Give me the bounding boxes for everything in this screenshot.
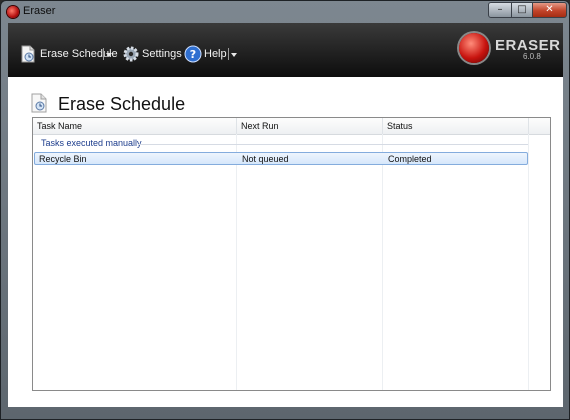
cell-status: Completed (388, 154, 432, 164)
erase-schedule-icon (21, 45, 35, 63)
task-list[interactable]: Task Name Next Run Status Tasks executed… (32, 117, 551, 391)
group-divider (138, 144, 528, 145)
erase-schedule-dropdown-icon[interactable] (106, 53, 112, 57)
minimize-button[interactable]: – (488, 2, 512, 18)
table-row[interactable]: Recycle Bin Not queued Completed (34, 152, 528, 165)
help-dropdown-icon[interactable] (231, 53, 237, 57)
settings-gear-icon (123, 46, 139, 62)
column-divider (528, 134, 529, 390)
column-header-row: Task Name Next Run Status (33, 118, 550, 135)
toolbar-separator (228, 48, 229, 60)
toolbar-separator (103, 48, 104, 60)
eraser-logo-icon (459, 33, 489, 63)
help-icon: ? (184, 45, 202, 63)
window-title: Eraser (23, 5, 56, 17)
cell-next-run: Not queued (242, 154, 289, 164)
maximize-button[interactable]: □ (511, 2, 533, 18)
column-header-task-name[interactable]: Task Name (33, 118, 237, 134)
svg-text:?: ? (190, 48, 196, 61)
title-bar[interactable]: Eraser – □ ✕ (1, 1, 569, 23)
erase-schedule-page-icon (31, 93, 47, 113)
close-button[interactable]: ✕ (532, 2, 567, 18)
eraser-app-icon (7, 6, 19, 18)
cell-task-name: Recycle Bin (39, 154, 87, 164)
page-title: Erase Schedule (58, 94, 186, 114)
column-header-status[interactable]: Status (383, 118, 529, 134)
eraser-window: Eraser – □ ✕ Erase Schedule Settings ? H… (0, 0, 570, 420)
brand-version: 6.0.8 (523, 52, 541, 61)
help-label: Help (204, 48, 227, 60)
column-header-next-run[interactable]: Next Run (237, 118, 383, 134)
toolbar: Erase Schedule Settings ? Help ERASER 6.… (8, 23, 563, 77)
settings-label: Settings (142, 48, 182, 60)
column-divider (382, 134, 383, 390)
eraser-brand: ERASER 6.0.8 (457, 27, 560, 73)
main-content: Erase Schedule Task Name Next Run Status… (8, 77, 563, 407)
group-header[interactable]: Tasks executed manually (41, 138, 142, 148)
column-divider (236, 134, 237, 390)
